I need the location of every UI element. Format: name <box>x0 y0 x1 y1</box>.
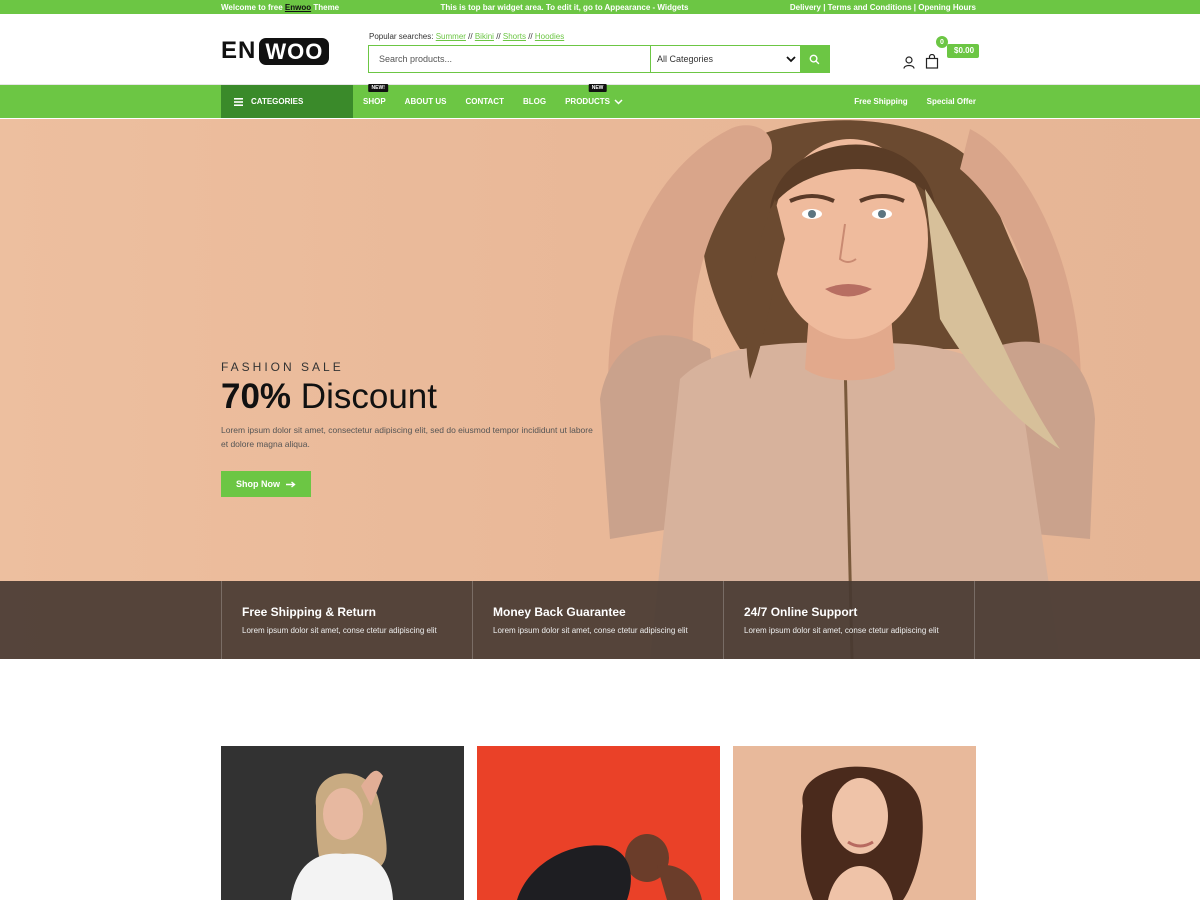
hero-body: Lorem ipsum dolor sit amet, consectetur … <box>221 425 593 449</box>
popular-shorts-link[interactable]: Shorts <box>503 32 526 41</box>
feature-text: Lorem ipsum dolor sit amet, conse ctetur… <box>242 626 437 635</box>
new-tag: NEW! <box>368 84 388 92</box>
logo-woo: WOO <box>259 37 330 65</box>
nav-item-label: CONTACT <box>465 97 504 106</box>
nav-item-contact[interactable]: CONTACT <box>465 97 504 106</box>
product-image-3[interactable] <box>733 746 976 900</box>
hero-content: FASHION SALE 70% Discount Lorem ipsum do… <box>221 360 601 497</box>
product-image-2[interactable] <box>477 746 720 900</box>
arrow-right-icon <box>286 480 296 488</box>
welcome-link[interactable]: Enwoo <box>285 3 311 12</box>
hero-headline-bold: 70% <box>221 377 292 416</box>
shop-now-button[interactable]: Shop Now <box>221 471 311 497</box>
hero-eyebrow: FASHION SALE <box>221 360 344 374</box>
nav-menu: NEW! SHOP ABOUT US CONTACT BLOG NEW PROD… <box>363 84 623 118</box>
woman-white-tshirt-image <box>221 746 464 900</box>
feature-title: Money Back Guarantee <box>493 605 626 619</box>
nav-item-shop[interactable]: NEW! SHOP <box>363 84 388 106</box>
hero-headline: 70% Discount <box>221 377 601 417</box>
feature-title: Free Shipping & Return <box>242 605 377 619</box>
nav-item-label: BLOG <box>522 97 547 106</box>
search-input[interactable]: Search products... <box>369 46 651 72</box>
search-button[interactable] <box>800 46 829 72</box>
nav-item-label: ABOUT US <box>404 97 447 106</box>
shop-now-label: Shop Now <box>236 479 280 489</box>
chevron-down-icon <box>614 98 623 105</box>
site-header: EN WOO Popular searches: Summer // Bikin… <box>0 14 1200 85</box>
category-select[interactable]: All Categories <box>651 46 800 72</box>
top-bar-widget-text: This is top bar widget area. To edit it,… <box>440 2 689 12</box>
nav-item-label: PRODUCTS <box>565 97 610 106</box>
hero-model-image <box>600 120 1095 659</box>
welcome-text: Welcome to free Enwoo Theme <box>221 3 339 12</box>
site-logo[interactable]: EN WOO <box>221 37 330 65</box>
top-bar-links: Delivery | Terms and Conditions | Openin… <box>789 2 976 12</box>
terms-link[interactable]: Terms and Conditions <box>828 3 912 12</box>
free-shipping-link[interactable]: Free Shipping <box>854 97 907 106</box>
popular-searches: Popular searches: Summer // Bikini // Sh… <box>369 32 565 41</box>
popular-summer-link[interactable]: Summer <box>436 32 466 41</box>
popular-hoodies-link[interactable]: Hoodies <box>535 32 564 41</box>
categories-button[interactable]: CATEGORIES <box>221 85 353 118</box>
feature-text: Lorem ipsum dolor sit amet, conse ctetur… <box>493 626 688 635</box>
product-image-1[interactable] <box>221 746 464 900</box>
welcome-suffix: Theme <box>313 2 340 12</box>
welcome-prefix: Welcome to free <box>221 2 283 12</box>
search-icon <box>809 54 820 64</box>
nav-item-blog[interactable]: BLOG <box>523 97 546 106</box>
nav-item-about-us[interactable]: ABOUT US <box>405 97 447 106</box>
special-offer-link[interactable]: Special Offer <box>927 97 976 106</box>
nav-right-links: Free Shipping Special Offer <box>854 85 976 118</box>
chevron-down-icon <box>786 56 796 63</box>
feature-free-shipping: Free Shipping & Return Lorem ipsum dolor… <box>221 581 473 659</box>
cart-icon[interactable] <box>925 54 939 69</box>
nav-item-products[interactable]: NEW PRODUCTS <box>565 84 623 106</box>
hero-headline-rest: Discount <box>300 377 437 416</box>
features-strip: Free Shipping & Return Lorem ipsum dolor… <box>0 581 1200 659</box>
main-nav: CATEGORIES NEW! SHOP ABOUT US CONTACT BL… <box>0 84 1200 118</box>
opening-hours-link[interactable]: Opening Hours <box>918 3 976 12</box>
feature-title: 24/7 Online Support <box>744 605 858 619</box>
feature-support: 24/7 Online Support Lorem ipsum dolor si… <box>723 581 975 659</box>
woman-curly-hair-image <box>733 746 976 900</box>
nav-item-label: SHOP <box>363 97 386 106</box>
new-tag: NEW <box>588 84 607 92</box>
feature-text: Lorem ipsum dolor sit amet, conse ctetur… <box>744 626 939 635</box>
hero-banner: FASHION SALE 70% Discount Lorem ipsum do… <box>0 119 1200 659</box>
logo-en: EN <box>221 37 257 64</box>
menu-icon <box>234 97 243 106</box>
feature-money-back: Money Back Guarantee Lorem ipsum dolor s… <box>472 581 724 659</box>
popular-bikini-link[interactable]: Bikini <box>475 32 494 41</box>
user-icon[interactable] <box>903 56 915 69</box>
popular-label: Popular searches: <box>369 32 434 41</box>
search-form: Search products... All Categories <box>368 45 830 73</box>
cart-total[interactable]: $0.00 <box>947 44 980 58</box>
man-black-jacket-image <box>477 746 720 900</box>
category-select-value: All Categories <box>657 54 714 64</box>
top-bar: Welcome to free Enwoo Theme This is top … <box>0 0 1200 14</box>
categories-label: CATEGORIES <box>251 97 304 106</box>
delivery-link[interactable]: Delivery <box>790 3 821 12</box>
